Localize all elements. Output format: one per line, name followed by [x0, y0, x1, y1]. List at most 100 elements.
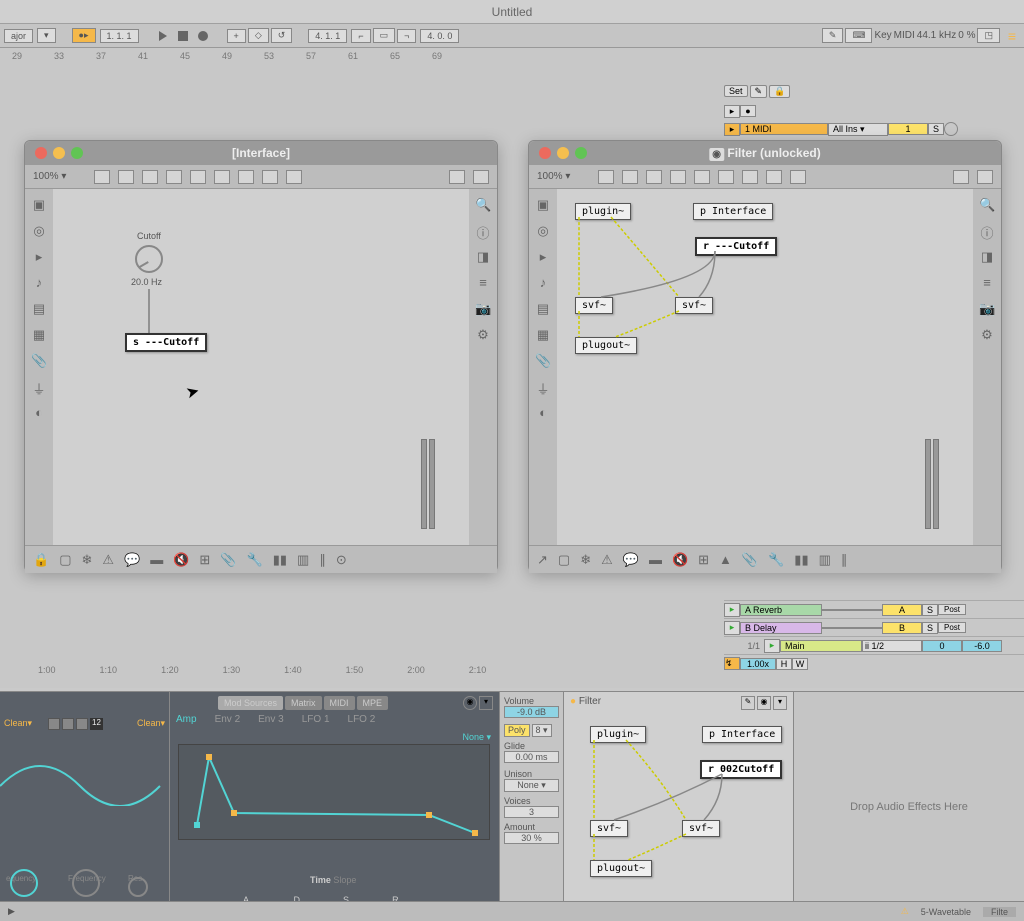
zoom-level-left[interactable]: 100% ▾ — [33, 171, 66, 182]
menu-icon[interactable]: ≡ — [1004, 28, 1020, 44]
note-icon[interactable]: ♪ — [31, 275, 47, 291]
search-icon[interactable]: 🔍 — [475, 197, 491, 213]
glide-value[interactable]: 0.00 ms — [504, 751, 559, 763]
view-icon[interactable]: ▢ — [558, 552, 570, 568]
svf-object-2[interactable]: svf~ — [675, 297, 713, 314]
wrench-icon[interactable]: 🔧 — [768, 552, 784, 568]
chat-icon[interactable]: 💬 — [124, 552, 140, 568]
box-icon[interactable]: ▣ — [31, 197, 47, 213]
search-icon[interactable]: 🔍 — [979, 197, 995, 213]
cpu-indicator[interactable]: ◳ — [977, 28, 1000, 43]
preset-save-icon[interactable]: ◉ — [463, 696, 477, 710]
osc-num[interactable]: 12 — [90, 718, 103, 730]
return-b-name[interactable]: B Delay — [740, 622, 822, 634]
zoom-icon[interactable] — [575, 147, 587, 159]
plugout-object[interactable]: plugout~ — [575, 337, 637, 354]
solo-button[interactable]: S — [928, 123, 944, 135]
loop-length[interactable]: 4. 0. 0 — [420, 29, 459, 43]
comment-tool-icon[interactable] — [646, 170, 662, 184]
max-window-interface[interactable]: [Interface] 100% ▾ ▣ ◎ ▸ ♪ ▤ ▦ 📎 ⏚ ◐ Cut… — [24, 140, 498, 572]
warn-icon[interactable]: ⚠ — [601, 552, 613, 568]
receive-object[interactable]: r ---Cutoff — [695, 237, 777, 256]
return-a-routing[interactable] — [822, 609, 882, 611]
max-patcher-canvas-right[interactable]: plugin~ p Interface r ---Cutoff svf~ svf… — [557, 189, 973, 545]
object-tool-icon[interactable] — [94, 170, 110, 184]
info-icon[interactable]: ⓘ — [979, 223, 995, 239]
minimize-icon[interactable] — [53, 147, 65, 159]
osc-icon-1[interactable] — [48, 718, 60, 730]
present-icon[interactable]: ▲ — [719, 552, 732, 567]
zoom-icon[interactable] — [71, 147, 83, 159]
link-indicator[interactable]: ●▸ — [72, 28, 96, 43]
play-button[interactable] — [155, 28, 171, 44]
time-ruler[interactable]: 1:001:10 1:201:30 1:401:50 2:002:10 — [38, 665, 486, 675]
status-tab[interactable]: 5-Wavetable — [921, 907, 971, 917]
time-label[interactable]: Time — [310, 875, 331, 885]
svf-object-1[interactable]: svf~ — [575, 297, 613, 314]
zoom-level-right[interactable]: 100% ▾ — [537, 171, 570, 182]
slider-tool-icon[interactable] — [238, 170, 254, 184]
image-icon[interactable]: ▦ — [31, 327, 47, 343]
pencil-button[interactable]: ✎ — [822, 28, 844, 43]
grid-icon[interactable]: ⊞ — [199, 552, 210, 568]
sidebar-icon[interactable]: ◨ — [979, 249, 995, 265]
reenable-button[interactable]: ↺ — [271, 28, 293, 43]
lock-icon[interactable]: 🔒 — [33, 552, 49, 568]
clip-icon[interactable]: 📎 — [220, 552, 236, 568]
close-icon[interactable] — [35, 147, 47, 159]
lock-set-icon[interactable]: 🔒 — [769, 85, 790, 98]
cutoff-dial[interactable] — [135, 245, 163, 273]
piano-icon[interactable]: ▮▮ — [273, 552, 287, 568]
envelope-display[interactable] — [178, 744, 490, 840]
attach-icon[interactable]: 📎 — [535, 353, 551, 369]
sliders-icon[interactable]: ⚙ — [979, 327, 995, 343]
device-activator-icon[interactable]: ● — [570, 696, 576, 707]
comment-tool-icon[interactable] — [142, 170, 158, 184]
set-button[interactable]: Set — [724, 85, 748, 97]
status-warn-icon[interactable]: ⚠ — [901, 906, 909, 917]
main-name[interactable]: Main — [780, 640, 862, 652]
mod-target[interactable]: None ▾ — [462, 732, 491, 743]
format-icon[interactable] — [449, 170, 465, 184]
tab-midi[interactable]: MIDI — [324, 696, 355, 710]
main-send[interactable]: 0 — [922, 640, 962, 652]
return-b-routing[interactable] — [822, 627, 882, 629]
target-icon[interactable]: ◎ — [535, 223, 551, 239]
toggle-tool-icon[interactable] — [694, 170, 710, 184]
plug-icon[interactable]: ⏚ — [31, 379, 47, 395]
format-icon[interactable] — [953, 170, 969, 184]
bang-tool-icon[interactable] — [166, 170, 182, 184]
number-tool-icon[interactable] — [718, 170, 734, 184]
return-a-solo[interactable]: S — [922, 604, 938, 616]
preset-list-icon[interactable]: ▾ — [479, 696, 493, 710]
dial-tool-icon[interactable] — [262, 170, 278, 184]
mute-icon[interactable]: 🔇 — [672, 552, 688, 568]
add-tool-icon[interactable] — [790, 170, 806, 184]
wavetable-mod-panel[interactable]: Mod Sources Matrix MIDI MPE ◉ ▾ Amp Env … — [170, 692, 500, 921]
bang-tool-icon[interactable] — [670, 170, 686, 184]
benchmark-icon[interactable] — [473, 170, 489, 184]
window-titlebar-left[interactable]: [Interface] — [25, 141, 497, 165]
message-tool-icon[interactable] — [118, 170, 134, 184]
scale-dropdown[interactable]: ▾ — [37, 28, 56, 43]
object-tool-icon[interactable] — [598, 170, 614, 184]
env-tab-lfo2[interactable]: LFO 2 — [348, 714, 376, 725]
snowflake-icon[interactable]: ❄ — [81, 552, 92, 568]
main-play-icon[interactable]: ▸ — [764, 639, 780, 653]
osc-preset-1[interactable]: Clean▾ — [4, 718, 32, 729]
overdub-button[interactable]: + — [227, 29, 246, 43]
save-patch-icon[interactable]: ◉ — [757, 696, 771, 710]
arrow-icon[interactable]: ▸ — [535, 249, 551, 265]
view-icon[interactable]: ▢ — [59, 552, 71, 568]
follow-icon[interactable]: ↯ — [724, 657, 740, 670]
arrow-icon[interactable]: ▸ — [31, 249, 47, 265]
slope-label[interactable]: Slope — [333, 875, 356, 885]
lines2-icon[interactable]: ∥ — [319, 552, 326, 568]
drop-audio-effects[interactable]: Drop Audio Effects Here — [794, 692, 1024, 921]
track-play-icon[interactable]: ▸ — [724, 123, 740, 136]
return-b-play-icon[interactable]: ▸ — [724, 621, 740, 635]
automation-button[interactable]: ◇ — [248, 28, 269, 43]
window-titlebar-right[interactable]: ◉ Filter (unlocked) — [529, 141, 1001, 165]
list-icon[interactable]: ▤ — [535, 301, 551, 317]
freq-knob-2[interactable] — [72, 869, 100, 897]
